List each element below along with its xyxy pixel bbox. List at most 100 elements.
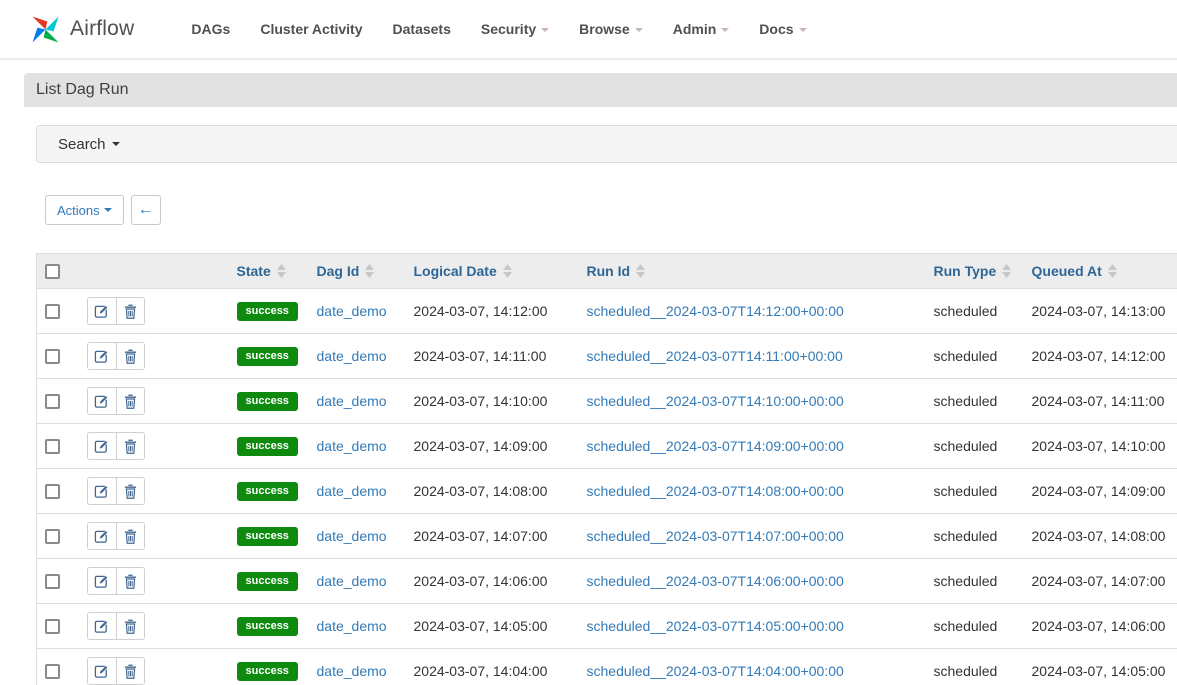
run-id-link[interactable]: scheduled__2024-03-07T14:04:00+00:00 [587,663,844,679]
row-checkbox[interactable] [45,484,60,499]
run-id-link[interactable]: scheduled__2024-03-07T14:09:00+00:00 [587,438,844,454]
edit-button[interactable] [88,478,116,504]
row-checkbox[interactable] [45,574,60,589]
queued-at-cell: 2024-03-07, 14:05:00 [1024,649,1177,685]
dag-id-link[interactable]: date_demo [317,303,387,319]
run-id-link[interactable]: scheduled__2024-03-07T14:05:00+00:00 [587,618,844,634]
column-header-dag-id[interactable]: Dag Id [309,254,406,289]
status-badge: success [237,482,298,501]
row-checkbox[interactable] [45,619,60,634]
column-header-queued-at[interactable]: Queued At [1024,254,1177,289]
trash-icon [124,484,137,499]
dag-id-link[interactable]: date_demo [317,663,387,679]
column-header-run-type[interactable]: Run Type [926,254,1024,289]
dag-id-link[interactable]: date_demo [317,528,387,544]
pencil-square-icon [94,439,109,454]
delete-button[interactable] [116,523,144,549]
delete-button[interactable] [116,298,144,324]
row-checkbox[interactable] [45,439,60,454]
dag-id-link[interactable]: date_demo [317,618,387,634]
dag-id-link[interactable]: date_demo [317,573,387,589]
delete-button[interactable] [116,343,144,369]
sort-arrows-icon [503,264,512,278]
state-cell: success [229,424,309,469]
status-badge: success [237,662,298,681]
nav-item-docs[interactable]: Docs [744,21,821,37]
logical-date-cell: 2024-03-07, 14:06:00 [406,559,579,604]
row-select-cell [37,469,79,514]
back-button[interactable]: ← [131,195,161,225]
edit-button[interactable] [88,658,116,684]
state-cell: success [229,379,309,424]
column-header-logical-date[interactable]: Logical Date [406,254,579,289]
dag-id-cell: date_demo [309,604,406,649]
dag-id-cell: date_demo [309,334,406,379]
caret-down-icon [541,28,549,32]
airflow-brand[interactable]: Airflow [30,14,134,45]
row-select-cell [37,604,79,649]
nav-item-cluster-activity[interactable]: Cluster Activity [245,21,377,37]
nav-item-dags[interactable]: DAGs [176,21,245,37]
edit-button[interactable] [88,568,116,594]
table-row: success date_demo 2024-03-07, 14:09:00 s… [37,424,1177,469]
run-id-link[interactable]: scheduled__2024-03-07T14:12:00+00:00 [587,303,844,319]
caret-down-icon [635,28,643,32]
dag-id-link[interactable]: date_demo [317,348,387,364]
pencil-square-icon [94,349,109,364]
edit-button[interactable] [88,388,116,414]
logical-date-cell: 2024-03-07, 14:04:00 [406,649,579,685]
nav-item-datasets[interactable]: Datasets [378,21,466,37]
edit-button[interactable] [88,433,116,459]
delete-button[interactable] [116,433,144,459]
queued-at-cell: 2024-03-07, 14:06:00 [1024,604,1177,649]
run-type-cell: scheduled [926,559,1024,604]
dag-id-link[interactable]: date_demo [317,483,387,499]
caret-down-icon [721,28,729,32]
status-badge: success [237,302,298,321]
search-filter-toggle[interactable]: Search [36,125,1177,163]
edit-button[interactable] [88,298,116,324]
logical-date-cell: 2024-03-07, 14:08:00 [406,469,579,514]
row-checkbox[interactable] [45,664,60,679]
delete-button[interactable] [116,568,144,594]
row-actions-cell [79,379,229,424]
main-nav: DAGs Cluster Activity Datasets Security … [176,21,821,37]
run-id-link[interactable]: scheduled__2024-03-07T14:11:00+00:00 [587,348,843,364]
dag-id-cell: date_demo [309,379,406,424]
actions-dropdown-button[interactable]: Actions [45,195,124,225]
run-id-link[interactable]: scheduled__2024-03-07T14:10:00+00:00 [587,393,844,409]
row-checkbox[interactable] [45,529,60,544]
row-checkbox[interactable] [45,394,60,409]
run-type-cell: scheduled [926,469,1024,514]
delete-button[interactable] [116,613,144,639]
edit-button[interactable] [88,613,116,639]
nav-item-admin[interactable]: Admin [658,21,745,37]
state-cell: success [229,649,309,685]
column-header-state[interactable]: State [229,254,309,289]
run-id-link[interactable]: scheduled__2024-03-07T14:08:00+00:00 [587,483,844,499]
nav-item-security[interactable]: Security [466,21,564,37]
run-id-cell: scheduled__2024-03-07T14:11:00+00:00 [579,334,926,379]
brand-title: Airflow [70,17,134,41]
select-all-checkbox[interactable] [45,264,60,279]
state-cell: success [229,604,309,649]
run-id-link[interactable]: scheduled__2024-03-07T14:07:00+00:00 [587,528,844,544]
table-row: success date_demo 2024-03-07, 14:12:00 s… [37,289,1177,334]
dag-id-link[interactable]: date_demo [317,438,387,454]
sort-arrows-icon [1108,264,1117,278]
dag-id-link[interactable]: date_demo [317,393,387,409]
row-checkbox[interactable] [45,304,60,319]
edit-button[interactable] [88,343,116,369]
top-navbar: Airflow DAGs Cluster Activity Datasets S… [0,0,1177,60]
row-checkbox[interactable] [45,349,60,364]
state-cell: success [229,559,309,604]
run-id-link[interactable]: scheduled__2024-03-07T14:06:00+00:00 [587,573,844,589]
trash-icon [124,664,137,679]
nav-item-browse[interactable]: Browse [564,21,658,37]
delete-button[interactable] [116,658,144,684]
edit-button[interactable] [88,523,116,549]
airflow-logo-icon [30,14,61,45]
column-header-run-id[interactable]: Run Id [579,254,926,289]
delete-button[interactable] [116,478,144,504]
delete-button[interactable] [116,388,144,414]
